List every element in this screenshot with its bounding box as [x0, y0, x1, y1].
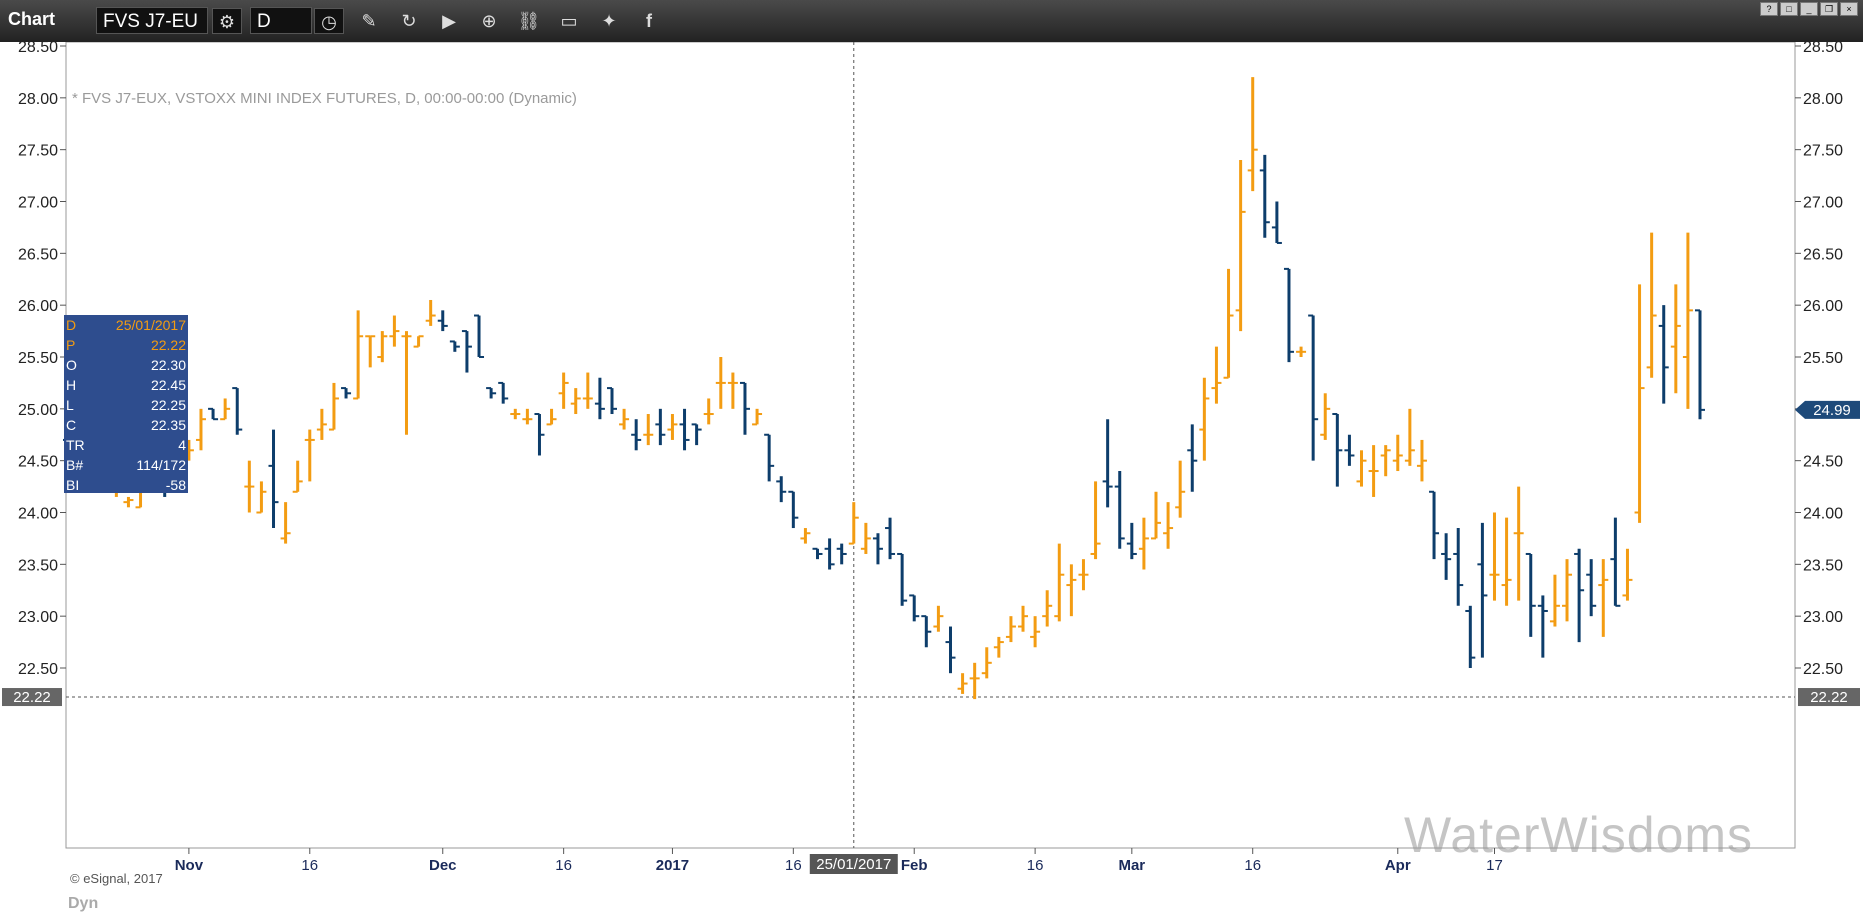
crosshair-price-label-left: 22.22 [13, 689, 51, 706]
y-tick-label-right: 23.00 [1803, 609, 1843, 626]
x-tick-label: Feb [901, 857, 928, 874]
crosshair-date-label: 25/01/2017 [816, 856, 891, 873]
x-tick-label: 16 [1244, 857, 1261, 874]
dynamic-label: Dyn [68, 895, 99, 912]
x-tick-label: Dec [429, 857, 457, 874]
last-price-label: 24.99 [1813, 402, 1851, 419]
data-window-row: BI -58 [64, 475, 188, 495]
y-tick-label-right: 27.00 [1803, 195, 1843, 212]
data-window-key: TR [66, 437, 85, 453]
y-tick-label-right: 25.50 [1803, 350, 1843, 367]
y-tick-label-right: 26.00 [1803, 298, 1843, 315]
y-tick-label-left: 28.00 [18, 91, 58, 108]
link-icon[interactable]: ⛓ [514, 8, 544, 34]
y-tick-label-right: 24.50 [1803, 454, 1843, 471]
y-tick-label-right: 26.50 [1803, 246, 1843, 263]
y-tick-label-right: 28.00 [1803, 91, 1843, 108]
chart-area[interactable]: 28.50 28.50 28.00 28.00 27.50 27.50 27.00 27.00… [0, 42, 1863, 912]
y-tick-label-left: 22.50 [18, 661, 58, 678]
x-tick-label: 16 [785, 857, 802, 874]
data-window-row: C 22.35 [64, 415, 188, 435]
restore-icon[interactable]: ❐ [1820, 2, 1838, 16]
data-window-key: P [66, 337, 76, 353]
y-tick-label-left: 28.50 [18, 42, 58, 56]
y-tick-label-left: 26.50 [18, 246, 58, 263]
y-tick-label-left: 23.00 [18, 609, 58, 626]
data-window: D 25/01/2017 P 22.22 O 22.30 H 22.45 L 22.25 C 22.3… [64, 315, 188, 493]
y-tick-label-left: 25.50 [18, 350, 58, 367]
data-window-row: H 22.45 [64, 375, 188, 395]
time-template-icon[interactable]: ◷ [314, 8, 344, 34]
y-tick-label-right: 27.50 [1803, 143, 1843, 160]
watermark: WaterWisdoms [1404, 807, 1754, 863]
data-window-value: 22.35 [150, 417, 186, 433]
x-tick-label: 2017 [656, 857, 689, 874]
data-window-value: 22.22 [150, 337, 186, 353]
data-window-key: L [66, 397, 74, 413]
data-window-value: 114/172 [136, 457, 186, 473]
y-tick-label-left: 24.50 [18, 454, 58, 471]
data-window-key: B# [66, 457, 84, 473]
chart-toolbar: Chart FVS J7-EU ⚙ D ◷ ✎ ↻ ▶ ⊕ ⛓ ▭ ✦ f ? … [0, 0, 1863, 42]
x-tick-label: Nov [175, 857, 204, 874]
interval-input[interactable]: D [250, 7, 312, 34]
data-window-key: H [66, 377, 77, 393]
data-window-row: B# 114/172 [64, 455, 188, 475]
data-window-value: -58 [165, 477, 186, 493]
data-window-row: TR 4 [64, 435, 188, 455]
help-icon[interactable]: ? [1760, 2, 1778, 16]
y-tick-label-left: 27.50 [18, 143, 58, 160]
data-window-row: D 25/01/2017 [64, 315, 188, 335]
y-tick-label-right: 24.00 [1803, 506, 1843, 523]
close-icon[interactable]: × [1840, 2, 1858, 16]
data-window-row: O 22.30 [64, 355, 188, 375]
comment-icon[interactable]: ▭ [554, 8, 584, 34]
crosshair-price-label-right: 22.22 [1810, 689, 1848, 706]
data-window-value: 4 [178, 437, 186, 453]
x-tick-label: 16 [301, 857, 318, 874]
y-tick-label-right: 22.50 [1803, 661, 1843, 678]
data-window-key: C [66, 417, 77, 433]
x-tick-label: Mar [1118, 857, 1145, 874]
pencil-icon[interactable]: ✎ [354, 8, 384, 34]
x-tick-label: 16 [1027, 857, 1044, 874]
data-window-row: P 22.22 [64, 335, 188, 355]
data-window-value: 22.25 [150, 397, 186, 413]
symbol-input[interactable]: FVS J7-EU [96, 7, 208, 34]
y-tick-label-left: 26.00 [18, 298, 58, 315]
y-tick-label-left: 25.00 [18, 402, 58, 419]
refresh-icon[interactable]: ↻ [394, 8, 424, 34]
zoom-icon[interactable]: ⊕ [474, 8, 504, 34]
x-tick-label: 16 [555, 857, 572, 874]
minimize-icon[interactable]: _ [1800, 2, 1818, 16]
price-chart[interactable]: 28.50 28.50 28.00 28.00 27.50 27.50 27.00 27.00… [0, 42, 1863, 878]
symbol-link-icon[interactable]: ⚙ [212, 8, 242, 34]
y-tick-label-left: 24.00 [18, 506, 58, 523]
plot-frame [65, 42, 1796, 849]
play-icon[interactable]: ▶ [434, 8, 464, 34]
data-window-key: BI [66, 477, 80, 493]
twitter-icon[interactable]: ✦ [594, 8, 624, 34]
y-tick-label-right: 28.50 [1803, 42, 1843, 56]
data-window-key: D [66, 317, 77, 333]
window-title: Chart [8, 9, 56, 29]
data-window-value: 22.45 [150, 377, 186, 393]
float-window-icon[interactable]: □ [1780, 2, 1798, 16]
facebook-icon[interactable]: f [634, 8, 664, 34]
copyright: © eSignal, 2017 [70, 871, 163, 886]
y-tick-label-right: 23.50 [1803, 557, 1843, 574]
y-tick-label-left: 23.50 [18, 557, 58, 574]
data-window-value: 22.30 [150, 357, 186, 373]
data-window-value: 25/01/2017 [115, 317, 186, 333]
chart-title: * FVS J7-EUX, VSTOXX MINI INDEX FUTURES,… [72, 90, 577, 107]
y-tick-label-left: 27.00 [18, 195, 58, 212]
data-window-row: L 22.25 [64, 395, 188, 415]
data-window-key: O [66, 357, 77, 373]
